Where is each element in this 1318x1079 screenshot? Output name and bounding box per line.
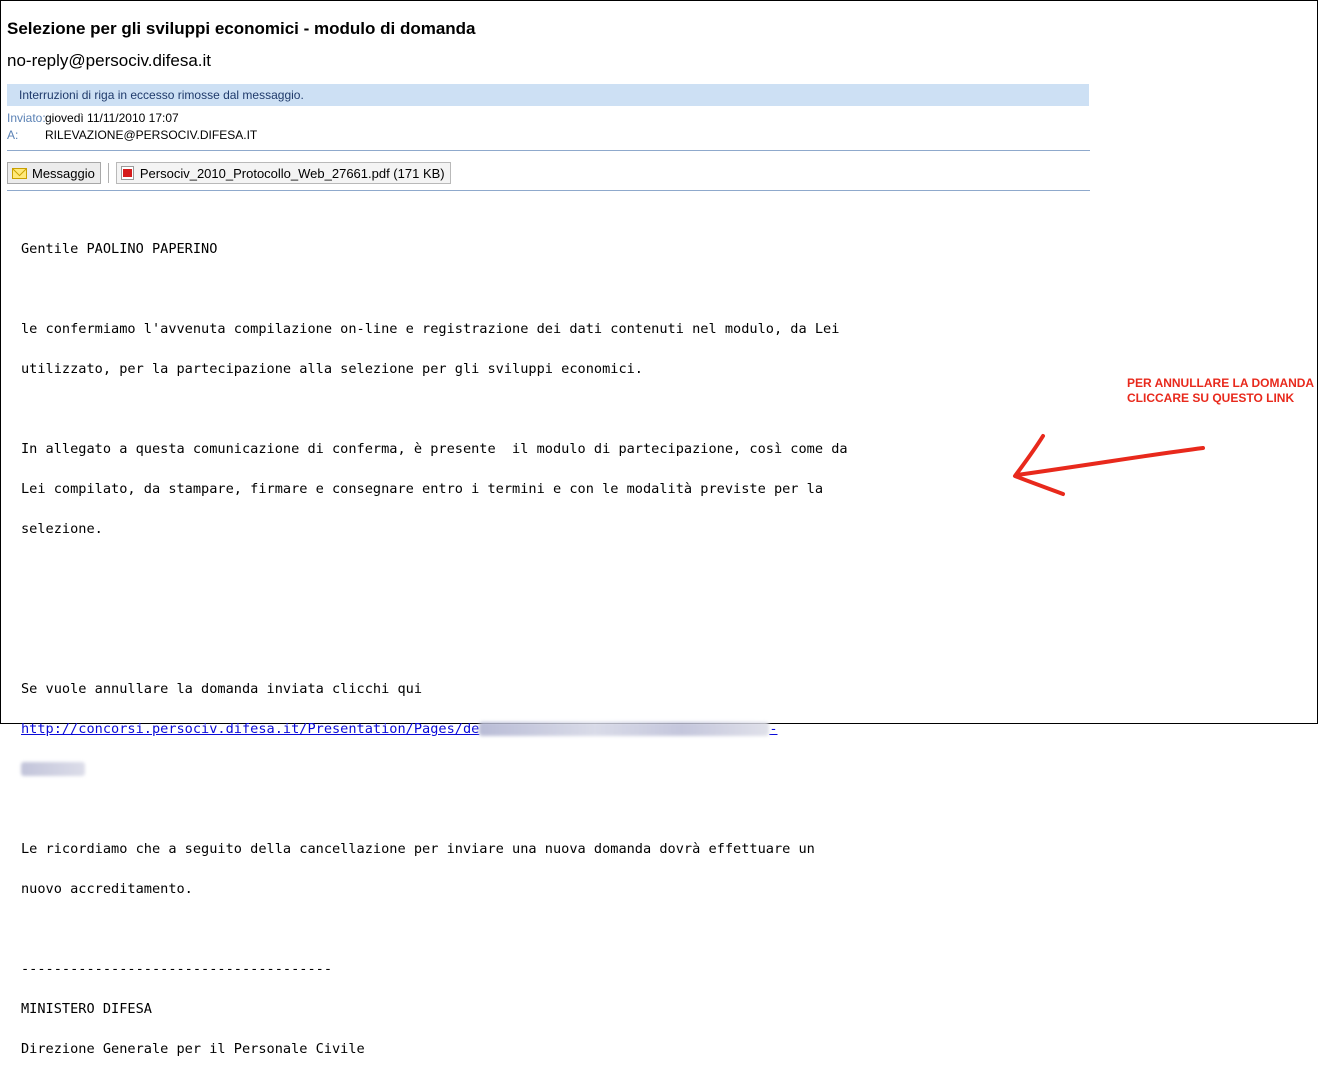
signature-divider: --------------------------------------: [21, 961, 332, 977]
signature-line-2: Direzione Generale per il Personale Civi…: [21, 1041, 365, 1057]
message-body: Gentile PAOLINO PAPERINO le confermiamo …: [21, 219, 1081, 1079]
pdf-icon: [120, 166, 134, 180]
cancel-link[interactable]: http://concorsi.persociv.difesa.it/Prese…: [21, 721, 479, 737]
tab-message[interactable]: Messaggio: [7, 162, 101, 184]
header-divider: [7, 150, 1090, 151]
email-sender: no-reply@persociv.difesa.it: [7, 51, 212, 70]
to-label: A:: [7, 128, 19, 142]
cancel-link-line-2[interactable]: [21, 759, 1081, 779]
paragraph-2-line-3: selezione.: [21, 521, 103, 537]
sent-row: Inviato:giovedì 11/11/2010 17:07: [7, 111, 179, 125]
tab-separator: [107, 163, 109, 183]
paragraph-2-line-2: Lei compilato, da stampare, firmare e co…: [21, 481, 824, 497]
cancel-link-line-1[interactable]: http://concorsi.persociv.difesa.it/Prese…: [21, 719, 1081, 739]
to-row: A: RILEVAZIONE@PERSOCIV.DIFESA.IT: [7, 128, 257, 142]
red-arrow-icon: [1013, 434, 1205, 496]
attachment-bar: Messaggio Persociv_2010_Protocollo_Web_2…: [7, 160, 451, 186]
paragraph-1-line-1: le confermiamo l'avvenuta compilazione o…: [21, 321, 840, 337]
sent-label: Inviato:: [7, 111, 46, 125]
tab-attachment-pdf[interactable]: Persociv_2010_Protocollo_Web_27661.pdf (…: [115, 162, 451, 184]
envelope-icon: [12, 167, 27, 179]
redacted-link-end: [21, 762, 85, 776]
tab-message-label: Messaggio: [32, 165, 95, 181]
sent-value: giovedì 11/11/2010 17:07: [45, 111, 179, 125]
cancel-instruction: Se vuole annullare la domanda inviata cl…: [21, 681, 423, 697]
paragraph-3-line-2: nuovo accreditamento.: [21, 881, 193, 897]
cancel-link-tail[interactable]: -: [769, 721, 777, 737]
greeting: Gentile PAOLINO PAPERINO: [21, 241, 218, 257]
info-bar[interactable]: Interruzioni di riga in eccesso rimosse …: [7, 84, 1089, 106]
tab-attachment-label: Persociv_2010_Protocollo_Web_27661.pdf (…: [139, 165, 445, 181]
signature-line-1: MINISTERO DIFESA: [21, 1001, 152, 1017]
attachment-divider: [7, 190, 1090, 191]
paragraph-1-line-2: utilizzato, per la partecipazione alla s…: [21, 361, 643, 377]
paragraph-2-line-1: In allegato a questa comunicazione di co…: [21, 441, 848, 457]
paragraph-3-line-1: Le ricordiamo che a seguito della cancel…: [21, 841, 815, 857]
email-subject: Selezione per gli sviluppi economici - m…: [7, 19, 476, 38]
annotation-note: PER ANNULLARE LA DOMANDA CLICCARE SU QUE…: [1127, 376, 1314, 405]
to-value: RILEVAZIONE@PERSOCIV.DIFESA.IT: [45, 128, 258, 142]
redacted-link-part: [479, 722, 770, 736]
